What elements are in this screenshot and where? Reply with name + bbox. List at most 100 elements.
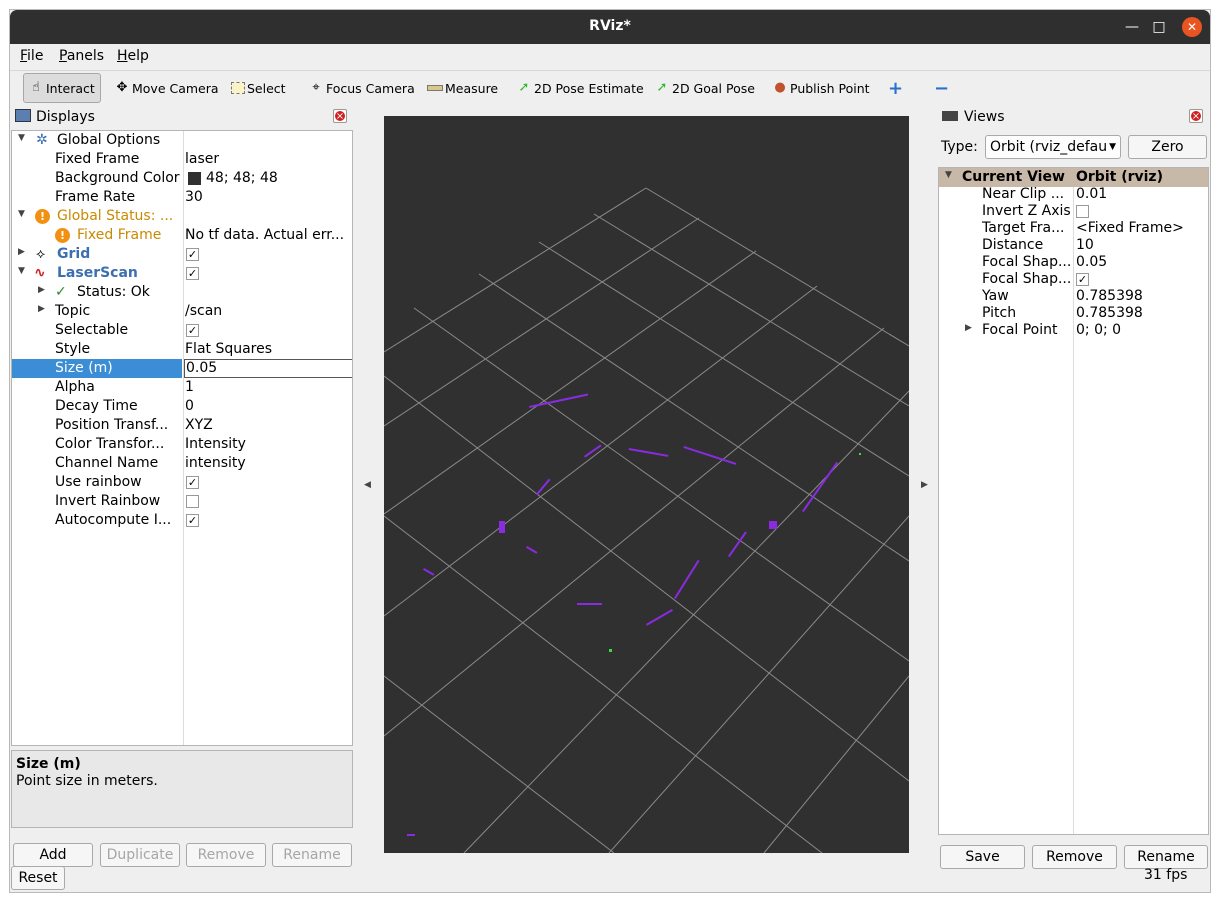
tree-row-global-options[interactable]: ▼ ✲ Global Options — [12, 131, 352, 150]
green-arrow-icon: ➚ — [656, 80, 668, 95]
close-panel-icon[interactable] — [1189, 109, 1203, 123]
views-header: Views — [938, 106, 1210, 128]
minimize-icon[interactable]: — — [1122, 17, 1142, 37]
expand-arrow-icon[interactable]: ▼ — [18, 209, 25, 219]
invert-rainbow-checkbox[interactable] — [186, 495, 199, 508]
property-help-box: Size (m) Point size in meters. — [11, 750, 353, 828]
tree-row-use-rainbow[interactable]: Use rainbow ✓ — [12, 473, 352, 492]
checkmark-icon: ✓ — [55, 284, 67, 300]
tree-row-laserscan[interactable]: ▼ ∿ LaserScan ✓ — [12, 264, 352, 283]
measure-tool-button[interactable]: Measure — [423, 73, 502, 103]
tree-row-autocompute[interactable]: Autocompute I... ✓ — [12, 511, 352, 530]
tree-row-color-transformer[interactable]: Color Transfor... Intensity — [12, 435, 352, 454]
expand-arrow-icon[interactable]: ▼ — [945, 170, 952, 180]
remove-tool-icon[interactable]: − — [930, 73, 953, 103]
close-icon[interactable]: ✕ — [1182, 17, 1202, 37]
add-tool-icon[interactable]: + — [884, 73, 907, 103]
tree-row-position-transformer[interactable]: Position Transf... XYZ — [12, 416, 352, 435]
grid-lines — [384, 187, 909, 853]
expand-arrow-icon[interactable]: ▼ — [18, 133, 25, 143]
collapse-arrow-icon[interactable]: ▶ — [38, 304, 45, 314]
rename-display-button[interactable]: Rename — [272, 843, 352, 867]
goal-pose-tool-button[interactable]: ➚ 2D Goal Pose — [650, 73, 759, 103]
tree-row-invert-rainbow[interactable]: Invert Rainbow — [12, 492, 352, 511]
menu-help[interactable]: Help — [117, 48, 149, 64]
selectable-checkbox[interactable]: ✓ — [186, 324, 199, 337]
tree-row-channel-name[interactable]: Channel Name intensity — [12, 454, 352, 473]
green-arrow-icon: ➚ — [518, 80, 530, 95]
tree-row-topic[interactable]: ▶ Topic /scan — [12, 302, 352, 321]
interact-tool-button[interactable]: ☝ Interact — [23, 73, 101, 103]
displays-header: Displays — [11, 106, 354, 128]
displays-tree: ▼ ✲ Global Options Fixed Frame laser Bac… — [11, 130, 353, 746]
remove-display-button[interactable]: Remove — [186, 843, 266, 867]
pose-estimate-tool-button[interactable]: ➚ 2D Pose Estimate — [512, 73, 648, 103]
views-tree: ▼ Current View Orbit (rviz) Near Clip ..… — [938, 167, 1209, 835]
expand-arrow-icon[interactable]: ▼ — [18, 266, 25, 276]
tree-row-size[interactable]: Size (m) 0.05 — [12, 359, 352, 378]
move-camera-icon: ✥ — [116, 80, 128, 95]
invert-z-checkbox[interactable] — [1076, 205, 1089, 218]
chevron-down-icon: ▼ — [1109, 136, 1116, 158]
rviz-window: RViz* — □ ✕ File Panels Help ☝ Interact ✥… — [9, 9, 1211, 893]
duplicate-display-button[interactable]: Duplicate — [100, 843, 180, 867]
view-type-select[interactable]: Orbit (rviz_defau ▼ — [985, 135, 1121, 159]
tree-row-global-status[interactable]: ▼ ! Global Status: ... — [12, 207, 352, 226]
collapse-arrow-icon[interactable]: ▶ — [38, 285, 45, 295]
tree-row-background-color[interactable]: Background Color 48; 48; 48 — [12, 169, 352, 188]
save-view-button[interactable]: Save — [940, 845, 1025, 869]
reset-button[interactable]: Reset — [11, 866, 65, 890]
window-title: RViz* — [589, 18, 631, 34]
laserscan-enabled-checkbox[interactable]: ✓ — [186, 267, 199, 280]
tree-row-frame-rate[interactable]: Frame Rate 30 — [12, 188, 352, 207]
select-box-icon — [231, 82, 245, 94]
tree-row-grid[interactable]: ▶ ⟡ Grid ✓ — [12, 245, 352, 264]
menu-file[interactable]: File — [20, 48, 43, 64]
render-viewport[interactable] — [384, 116, 909, 853]
tree-row-fixed-frame[interactable]: Fixed Frame laser — [12, 150, 352, 169]
grid-icon: ⟡ — [36, 246, 46, 262]
map-pin-icon: ● — [774, 80, 786, 95]
warning-icon: ! — [55, 228, 70, 243]
add-display-button[interactable]: Add — [13, 843, 93, 867]
displays-panel: Displays ▼ ✲ Global Options Fixed Frame … — [11, 106, 354, 892]
remove-view-button[interactable]: Remove — [1032, 845, 1117, 869]
use-rainbow-checkbox[interactable]: ✓ — [186, 476, 199, 489]
tree-row-alpha[interactable]: Alpha 1 — [12, 378, 352, 397]
collapse-arrow-icon[interactable]: ▶ — [965, 323, 972, 333]
menu-bar: File Panels Help — [10, 44, 1210, 68]
menu-panels[interactable]: Panels — [59, 48, 104, 64]
tree-row-status-fixed-frame[interactable]: ! Fixed Frame No tf data. Actual err... — [12, 226, 352, 245]
crosshair-icon: ⌖ — [312, 80, 320, 95]
grid-enabled-checkbox[interactable]: ✓ — [186, 248, 199, 261]
tree-row-selectable[interactable]: Selectable ✓ — [12, 321, 352, 340]
laserscan-icon: ∿ — [34, 265, 46, 281]
color-swatch[interactable] — [188, 172, 201, 185]
laser-scan-points — [407, 393, 839, 836]
close-panel-icon[interactable] — [333, 109, 347, 123]
tree-row-focal-point[interactable]: ▶ Focal Point 0; 0; 0 — [939, 321, 1208, 340]
publish-point-tool-button[interactable]: ● Publish Point — [768, 73, 874, 103]
tree-row-status-ok[interactable]: ▶ ✓ Status: Ok — [12, 283, 352, 302]
views-panel: Views Type: Orbit (rviz_defau ▼ Zero ▼ C… — [938, 106, 1210, 869]
size-input[interactable]: 0.05 — [184, 359, 352, 378]
rename-view-button[interactable]: Rename — [1124, 845, 1208, 869]
focus-camera-tool-button[interactable]: ⌖ Focus Camera — [304, 73, 419, 103]
collapse-left-icon[interactable]: ◀ — [364, 480, 371, 490]
camera-icon — [942, 111, 958, 121]
gear-icon: ✲ — [36, 132, 48, 148]
hand-icon: ☝ — [32, 80, 40, 95]
title-bar: RViz* — □ ✕ — [10, 10, 1210, 44]
select-tool-button[interactable]: Select — [227, 73, 290, 103]
collapse-arrow-icon[interactable]: ▶ — [18, 247, 25, 257]
fps-counter: 31 fps — [1144, 867, 1188, 883]
tree-row-decay-time[interactable]: Decay Time 0 — [12, 397, 352, 416]
move-camera-tool-button[interactable]: ✥ Move Camera — [110, 73, 223, 103]
zero-button[interactable]: Zero — [1128, 135, 1207, 159]
collapse-right-icon[interactable]: ▶ — [921, 480, 928, 490]
autocompute-checkbox[interactable]: ✓ — [186, 514, 199, 527]
tree-row-style[interactable]: Style Flat Squares — [12, 340, 352, 359]
maximize-icon[interactable]: □ — [1149, 17, 1169, 37]
ruler-icon — [427, 85, 443, 91]
focal-shape-fixed-checkbox[interactable]: ✓ — [1076, 273, 1089, 286]
